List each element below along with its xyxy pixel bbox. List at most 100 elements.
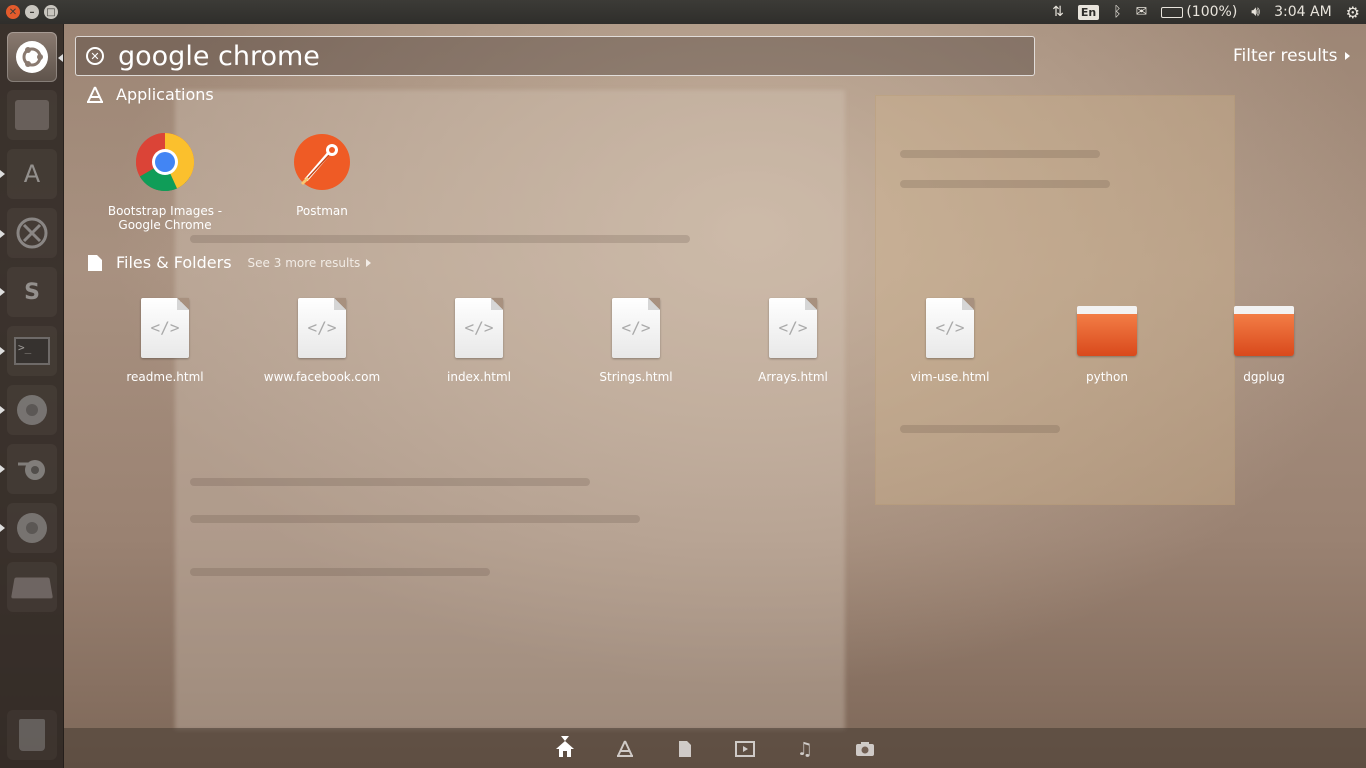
x-app-icon [16, 217, 48, 249]
video-lens-icon[interactable] [734, 738, 756, 760]
app-result-label: Bootstrap Images - Google Chrome [107, 204, 223, 232]
home-lens-icon[interactable] [554, 736, 576, 760]
running-indicator [0, 406, 5, 414]
close-window-button[interactable]: ✕ [6, 5, 20, 19]
chrome-icon [133, 130, 197, 194]
blurred-line [900, 180, 1110, 188]
running-indicator [0, 170, 5, 178]
running-indicator [0, 230, 5, 238]
software-center-launcher-icon[interactable]: A [7, 149, 57, 199]
trash-launcher-icon[interactable] [7, 710, 57, 760]
file-result-label: Arrays.html [758, 370, 828, 384]
gear-icon[interactable]: ⚙ [1346, 3, 1360, 22]
minimize-window-button[interactable]: – [25, 5, 39, 19]
folder-icon [1232, 296, 1296, 360]
running-indicator [0, 465, 5, 473]
active-dash-indicator [58, 54, 63, 62]
file-result-label: vim-use.html [910, 370, 990, 384]
dash-search-box[interactable]: ✕ [75, 36, 1035, 76]
app-result-postman[interactable]: Postman [247, 130, 397, 218]
top-panel: ✕ – □ ⇅ En ᛒ ✉ (100%) 🔊︎ 3:04 AM ⚙ [0, 0, 1366, 24]
blender-icon [18, 460, 45, 480]
indicator-area: ⇅ En ᛒ ✉ (100%) 🔊︎ 3:04 AM ⚙ [1052, 0, 1360, 24]
folder-result[interactable]: python [1032, 296, 1182, 384]
folder-result[interactable]: dgplug [1189, 296, 1339, 384]
ubuntu-logo-icon [16, 41, 48, 73]
chrome-2-launcher-icon[interactable] [7, 503, 57, 553]
running-indicator [0, 347, 5, 355]
keyboard-layout-indicator[interactable]: En [1077, 4, 1100, 20]
active-lens-indicator [561, 736, 569, 741]
html-file-icon: </> [447, 296, 511, 360]
folder-result-label: dgplug [1243, 370, 1285, 384]
file-result-label: index.html [447, 370, 511, 384]
volume-icon[interactable]: 🔊︎ [1251, 4, 1260, 20]
photos-lens-icon[interactable] [854, 738, 876, 760]
file-result-label: www.facebook.com [263, 370, 381, 384]
html-file-icon: </> [918, 296, 982, 360]
files-launcher-icon[interactable] [7, 90, 57, 140]
music-lens-icon[interactable]: ♫ [794, 738, 816, 760]
files-lens-icon[interactable] [674, 738, 696, 760]
launcher: A S >_ [0, 24, 64, 768]
filter-results-label: Filter results [1233, 46, 1338, 66]
file-result-label: Strings.html [599, 370, 673, 384]
drive-launcher-icon[interactable] [7, 562, 57, 612]
lens-bar: ♫ [64, 728, 1366, 768]
app-result-label: Postman [296, 204, 348, 218]
search-input[interactable] [118, 40, 998, 72]
file-result[interactable]: </> Strings.html [561, 296, 711, 384]
file-result[interactable]: </> Arrays.html [718, 296, 868, 384]
filter-results-button[interactable]: Filter results [1233, 46, 1351, 66]
battery-icon [1161, 6, 1184, 18]
battery-indicator[interactable]: (100%) [1161, 4, 1237, 20]
applications-lens-icon[interactable] [614, 738, 636, 760]
folder-result-label: python [1086, 370, 1128, 384]
file-result[interactable]: </> www.facebook.com [247, 296, 397, 384]
running-indicator [0, 288, 5, 296]
files-category-icon [86, 254, 104, 272]
expand-arrow-icon [366, 258, 372, 267]
blender-launcher-icon[interactable] [7, 444, 57, 494]
dash-home-button[interactable] [7, 32, 57, 82]
html-file-icon: </> [761, 296, 825, 360]
blurred-desktop-background [0, 0, 1366, 768]
see-more-label: See 3 more results [247, 255, 361, 270]
blurred-line [900, 425, 1060, 433]
see-more-results-link[interactable]: See 3 more results [248, 256, 372, 270]
files-category-label: Files & Folders [116, 253, 232, 272]
postman-icon [290, 130, 354, 194]
mail-icon[interactable]: ✉ [1136, 4, 1148, 20]
app-result-chrome[interactable]: Bootstrap Images - Google Chrome [90, 130, 240, 232]
html-file-icon: </> [604, 296, 668, 360]
file-result[interactable]: </> vim-use.html [875, 296, 1025, 384]
maximize-window-button[interactable]: □ [44, 5, 58, 19]
expand-arrow-icon [1345, 52, 1351, 60]
files-category-header[interactable]: Files & Folders See 3 more results [86, 253, 372, 272]
app-launcher-icon[interactable] [7, 208, 57, 258]
battery-percentage: (100%) [1186, 4, 1238, 20]
file-result-label: readme.html [126, 370, 204, 384]
chrome-gray-icon [17, 513, 47, 543]
file-result[interactable]: </> index.html [404, 296, 554, 384]
network-transfer-icon[interactable]: ⇅ [1052, 4, 1064, 20]
terminal-launcher-icon[interactable]: >_ [7, 326, 57, 376]
blurred-line [190, 235, 690, 243]
running-indicator [0, 524, 5, 532]
blurred-line [190, 478, 590, 486]
applications-category-label: Applications [116, 85, 214, 104]
applications-category-header[interactable]: Applications [86, 85, 214, 104]
bluetooth-icon[interactable]: ᛒ [1113, 4, 1121, 20]
file-result[interactable]: </> readme.html [90, 296, 240, 384]
chrome-launcher-icon[interactable] [7, 385, 57, 435]
blurred-line [190, 515, 640, 523]
folder-icon [1075, 296, 1139, 360]
clock[interactable]: 3:04 AM [1274, 4, 1332, 20]
blurred-line [900, 150, 1100, 158]
applications-category-icon [86, 86, 104, 104]
blurred-line [190, 568, 490, 576]
clear-search-icon[interactable]: ✕ [86, 47, 104, 65]
chrome-gray-icon [17, 395, 47, 425]
sublime-launcher-icon[interactable]: S [7, 267, 57, 317]
html-file-icon: </> [133, 296, 197, 360]
